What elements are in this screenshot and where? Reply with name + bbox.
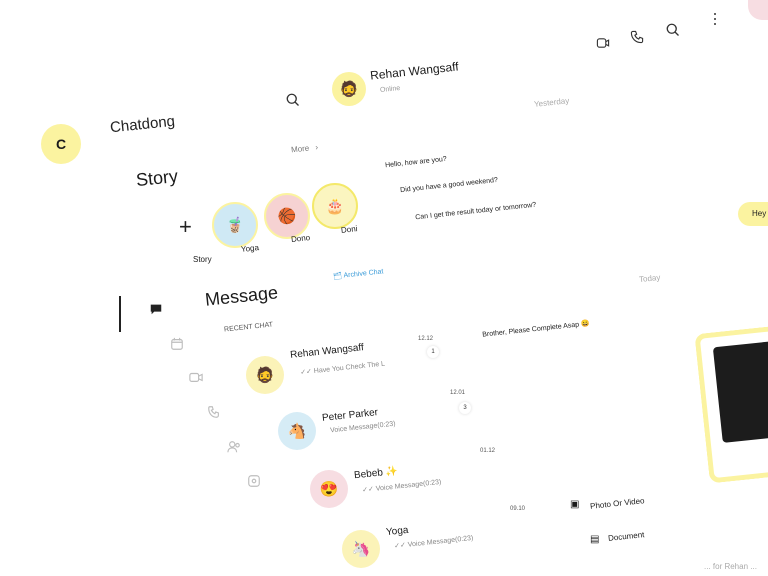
- message-preview: ✓✓ Have You Check The L: [299, 360, 386, 377]
- message-time: 12.12: [418, 336, 434, 342]
- chat-list-item-bebeb[interactable]: 😍 Bebeb ✨ ✓✓ Voice Message(0:23) 01.12: [308, 448, 528, 510]
- story-avatar-doni[interactable]: 🎂: [312, 183, 358, 229]
- app-name: Chatdong: [109, 112, 176, 137]
- day-separator-today: Today: [638, 272, 661, 285]
- nav-video-icon[interactable]: [189, 370, 203, 384]
- more-options-icon[interactable]: [714, 12, 718, 30]
- archive-chat-label: Archive Chat: [343, 268, 384, 280]
- read-check-icon: ✓✓: [361, 485, 377, 495]
- outgoing-message-text: Hey: [752, 209, 767, 218]
- chat-list-item-peter[interactable]: 🐴 Peter Parker Voice Message(0:23) 12.01…: [276, 390, 496, 450]
- contact-avatar: 🐴: [278, 412, 316, 450]
- attach-photo-option[interactable]: ▣ Photo Or Video: [570, 495, 690, 515]
- unread-badge: 1: [427, 346, 439, 358]
- add-story-label: Story: [193, 255, 212, 264]
- preview-text: Voice Message(0:23): [375, 478, 442, 493]
- contact-avatar: 🦄: [342, 530, 380, 568]
- chat-contact-status: Online: [379, 84, 401, 95]
- message-preview: Voice Message(0:23): [329, 420, 396, 435]
- day-separator-yesterday: Yesterday: [533, 96, 570, 109]
- incoming-message: Can I get the result today or tomorrow?: [414, 201, 537, 222]
- archive-icon: 🗂: [332, 272, 343, 281]
- chat-list-item-rehan[interactable]: 🧔 Rehan Wangsaff ✓✓ Have You Check The L…: [244, 336, 464, 394]
- message-preview: ✓✓ Voice Message(0:23): [394, 534, 474, 550]
- attach-photo-label: Photo Or Video: [589, 496, 645, 511]
- chat-list-item-yoga[interactable]: 🦄 Yoga ✓✓ Voice Message(0:23) 09.10: [340, 506, 560, 570]
- user-avatar[interactable]: [748, 0, 768, 20]
- recent-chat-label: RECENT CHAT: [223, 321, 274, 334]
- outgoing-message-bubble: Hey: [738, 202, 768, 226]
- photo-icon: ▣: [570, 499, 580, 510]
- read-check-icon: ✓✓: [299, 368, 315, 377]
- contact-name-text: Bebeb: [353, 467, 384, 482]
- contact-name: Bebeb ✨: [354, 466, 399, 482]
- contact-avatar: 🧔: [246, 356, 284, 394]
- document-icon: ▤: [590, 534, 600, 545]
- sidebar-search-icon[interactable]: [283, 90, 301, 108]
- attach-document-option[interactable]: ▤ Document: [590, 530, 710, 550]
- search-icon[interactable]: [663, 20, 681, 38]
- unread-badge: 3: [459, 402, 471, 414]
- story-avatar-yoga[interactable]: 🧋: [212, 202, 258, 248]
- story-avatar-dono[interactable]: 🏀: [264, 193, 310, 239]
- app-logo: C: [41, 124, 81, 164]
- story-label-yoga: Yoga: [240, 243, 260, 254]
- story-more-link[interactable]: More ›: [291, 143, 319, 155]
- shared-image: [712, 341, 768, 443]
- chat-contact-avatar[interactable]: 🧔: [332, 72, 366, 106]
- sparkle-icon: ✨: [385, 465, 399, 478]
- active-nav-indicator: [119, 296, 121, 332]
- nav-calendar-icon[interactable]: [170, 337, 184, 351]
- video-call-icon[interactable]: [594, 34, 612, 52]
- preview-text: Voice Message(0:23): [407, 534, 474, 549]
- message-time: 12.01: [450, 390, 466, 396]
- chevron-right-icon: ›: [314, 142, 319, 152]
- phone-icon[interactable]: [628, 28, 646, 46]
- incoming-message-today: Brother, Please Complete Asap 😀: [481, 320, 591, 339]
- message-time: 09.10: [510, 506, 526, 512]
- contact-avatar: 😍: [310, 470, 348, 508]
- incoming-message: Hello, how are you?: [384, 155, 448, 170]
- chat-contact-name: Rehan Wangsaff: [369, 59, 460, 83]
- message-title: Message: [204, 282, 279, 310]
- read-check-icon: ✓✓: [393, 541, 409, 551]
- attach-document-label: Document: [607, 530, 645, 543]
- story-title: Story: [135, 165, 179, 191]
- story-label-doni: Doni: [340, 224, 358, 235]
- nav-contacts-icon[interactable]: [227, 440, 241, 454]
- message-input[interactable]: ... for Rehan ...: [704, 562, 757, 571]
- nav-phone-icon[interactable]: [207, 405, 221, 419]
- story-more-label: More: [290, 143, 310, 155]
- contact-name: Yoga: [385, 524, 409, 539]
- preview-text: Have You Check The L: [313, 360, 386, 375]
- incoming-message: Did you have a good weekend?: [399, 176, 499, 195]
- shared-image-card[interactable]: [694, 326, 768, 484]
- nav-chat-icon[interactable]: [149, 302, 163, 316]
- message-time: 01.12: [480, 448, 496, 454]
- nav-settings-icon[interactable]: [247, 474, 261, 488]
- message-preview: ✓✓ Voice Message(0:23): [362, 478, 442, 494]
- contact-name: Peter Parker: [321, 407, 379, 424]
- contact-name: Rehan Wangsaff: [289, 342, 365, 361]
- story-label-dono: Dono: [290, 233, 311, 244]
- archive-chat-link[interactable]: 🗂 Archive Chat: [333, 267, 384, 280]
- add-story-icon[interactable]: +: [179, 214, 192, 240]
